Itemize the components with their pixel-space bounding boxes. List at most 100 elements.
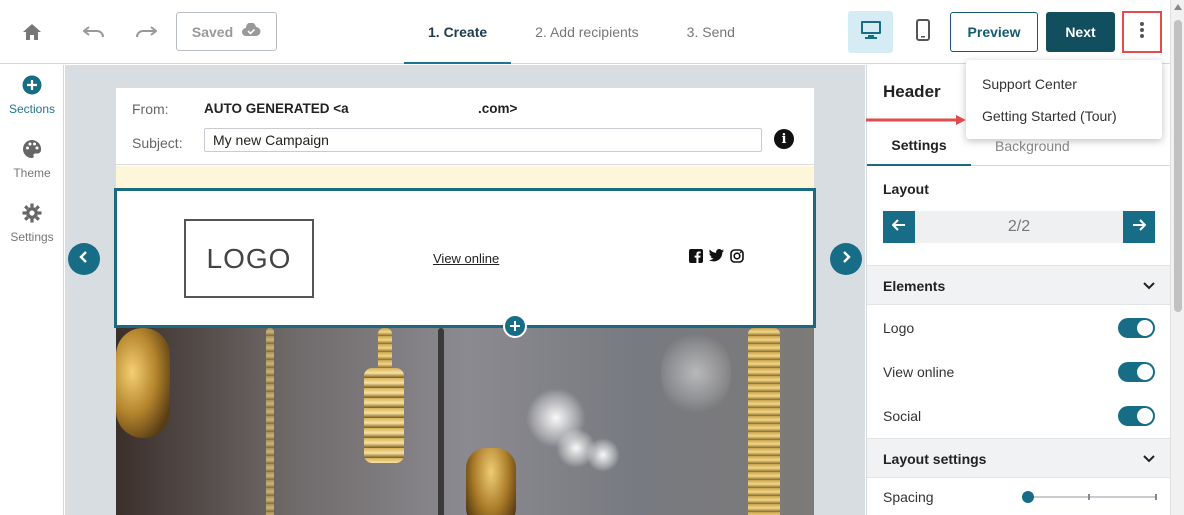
logo-placeholder[interactable]: LOGO: [184, 219, 314, 298]
twitter-icon[interactable]: [709, 249, 724, 268]
spacing-slider[interactable]: [1022, 491, 1157, 503]
light-flare: [661, 328, 731, 418]
layout-prev-button[interactable]: [883, 211, 915, 243]
sidebar-item-settings[interactable]: Settings: [0, 203, 64, 244]
panel-title: Header: [883, 82, 941, 101]
social-icons: [689, 249, 744, 268]
preview-button[interactable]: Preview: [950, 12, 1038, 52]
header-section[interactable]: LOGO View online: [114, 188, 816, 328]
tab-background-label: Background: [995, 137, 1070, 154]
from-value-domain: .com>: [478, 101, 518, 116]
more-vertical-icon: [1139, 21, 1145, 44]
subject-label: Subject:: [132, 135, 183, 151]
top-toolbar: Saved 1. Create 2. Add recipients 3. Sen…: [0, 0, 1184, 64]
tab-add-recipients-label: 2. Add recipients: [535, 24, 639, 40]
tab-create[interactable]: 1. Create: [404, 0, 512, 64]
from-value: AUTO GENERATED <a: [204, 101, 349, 116]
editor-canvas: From: AUTO GENERATED <a .com> Subject: i…: [65, 65, 865, 515]
layout-settings-section-header[interactable]: Layout settings: [867, 438, 1170, 478]
pendant-gold: [466, 448, 516, 515]
spacing-row: Spacing: [883, 489, 1157, 505]
cloud-check-icon: [241, 22, 261, 40]
chevron-left-icon: [79, 250, 89, 268]
social-toggle[interactable]: [1118, 406, 1155, 426]
logo-toggle[interactable]: [1118, 318, 1155, 338]
plus-circle-icon: [22, 75, 42, 98]
instagram-icon[interactable]: [730, 249, 744, 268]
toggle-label: Social: [883, 408, 922, 424]
page-scrollbar[interactable]: [1170, 0, 1184, 515]
toggle-label: Logo: [883, 320, 915, 336]
chain-strand: [266, 328, 274, 515]
elements-label: Elements: [883, 278, 946, 294]
jewelry-blur: [116, 328, 170, 438]
arrow-right-icon: [1132, 218, 1147, 236]
tab-settings[interactable]: Settings: [867, 125, 971, 166]
layout-settings-label: Layout settings: [883, 451, 987, 467]
email-meta: From: AUTO GENERATED <a .com> Subject: i: [116, 88, 814, 165]
subject-input[interactable]: [204, 128, 762, 152]
toggle-row-social: Social: [883, 404, 1155, 428]
next-button[interactable]: Next: [1046, 12, 1115, 52]
desktop-view-button[interactable]: [848, 11, 893, 53]
pendant-gold: [364, 368, 404, 463]
step-tabs: 1. Create 2. Add recipients 3. Send: [404, 0, 759, 64]
menu-item-getting-started[interactable]: Getting Started (Tour): [982, 108, 1117, 124]
layout-next-button[interactable]: [1123, 211, 1155, 243]
view-online-link[interactable]: View online: [433, 251, 499, 266]
gear-icon: [22, 203, 42, 226]
toggle-row-logo: Logo: [883, 316, 1155, 340]
arrow-left-icon: [891, 218, 906, 236]
facebook-icon[interactable]: [689, 249, 703, 268]
more-options-button[interactable]: [1122, 11, 1162, 53]
info-icon[interactable]: i: [774, 129, 794, 149]
sidebar-item-sections[interactable]: Sections: [0, 75, 64, 116]
tab-create-label: 1. Create: [428, 24, 488, 40]
add-section-button[interactable]: [503, 314, 527, 338]
elements-section-header[interactable]: Elements: [867, 265, 1170, 305]
layout-selector: 2/2: [883, 211, 1155, 243]
light-flare: [586, 438, 620, 472]
chain-strand: [748, 328, 780, 515]
sidebar-item-label: Theme: [13, 166, 51, 180]
slider-tick: [1088, 494, 1090, 500]
layout-label: Layout: [883, 181, 929, 197]
sidebar-item-theme[interactable]: Theme: [0, 139, 64, 180]
sidebar-item-label: Sections: [8, 102, 56, 116]
more-options-menu: Support Center Getting Started (Tour): [966, 60, 1162, 139]
undo-icon[interactable]: [80, 18, 108, 46]
chevron-right-icon: [841, 250, 851, 268]
chevron-down-icon: [1143, 278, 1155, 296]
scrollbar-thumb[interactable]: [1174, 20, 1182, 312]
mobile-icon: [916, 18, 930, 46]
menu-item-support-center[interactable]: Support Center: [982, 76, 1077, 92]
redo-icon[interactable]: [132, 18, 160, 46]
preheader-bar[interactable]: [116, 166, 814, 190]
previous-section-button[interactable]: [68, 243, 100, 275]
toggle-row-view-online: View online: [883, 360, 1155, 384]
palette-icon: [22, 139, 42, 162]
saved-button[interactable]: Saved: [176, 12, 277, 51]
sidebar-item-label: Settings: [10, 230, 54, 244]
chevron-down-icon: [1143, 451, 1155, 469]
layout-value: 2/2: [915, 211, 1123, 243]
next-section-button[interactable]: [830, 243, 862, 275]
tab-send[interactable]: 3. Send: [663, 0, 759, 64]
from-label: From:: [132, 101, 169, 117]
left-sidebar: Sections Theme Settings: [0, 65, 64, 515]
desktop-icon: [860, 20, 882, 45]
toggle-label: View online: [883, 364, 955, 380]
tab-add-recipients[interactable]: 2. Add recipients: [511, 0, 663, 64]
hero-image[interactable]: [116, 328, 814, 515]
highlight-arrow: [866, 112, 966, 125]
home-icon[interactable]: [18, 18, 46, 46]
slider-tick: [1155, 494, 1157, 500]
saved-label: Saved: [191, 23, 234, 40]
email-preview: From: AUTO GENERATED <a .com> Subject: i…: [114, 88, 816, 515]
scroll-up-icon[interactable]: [1174, 4, 1182, 10]
slider-handle[interactable]: [1022, 491, 1034, 503]
mobile-view-button[interactable]: [903, 11, 943, 53]
chain-strand: [438, 328, 444, 515]
tab-send-label: 3. Send: [686, 24, 735, 40]
view-online-toggle[interactable]: [1118, 362, 1155, 382]
